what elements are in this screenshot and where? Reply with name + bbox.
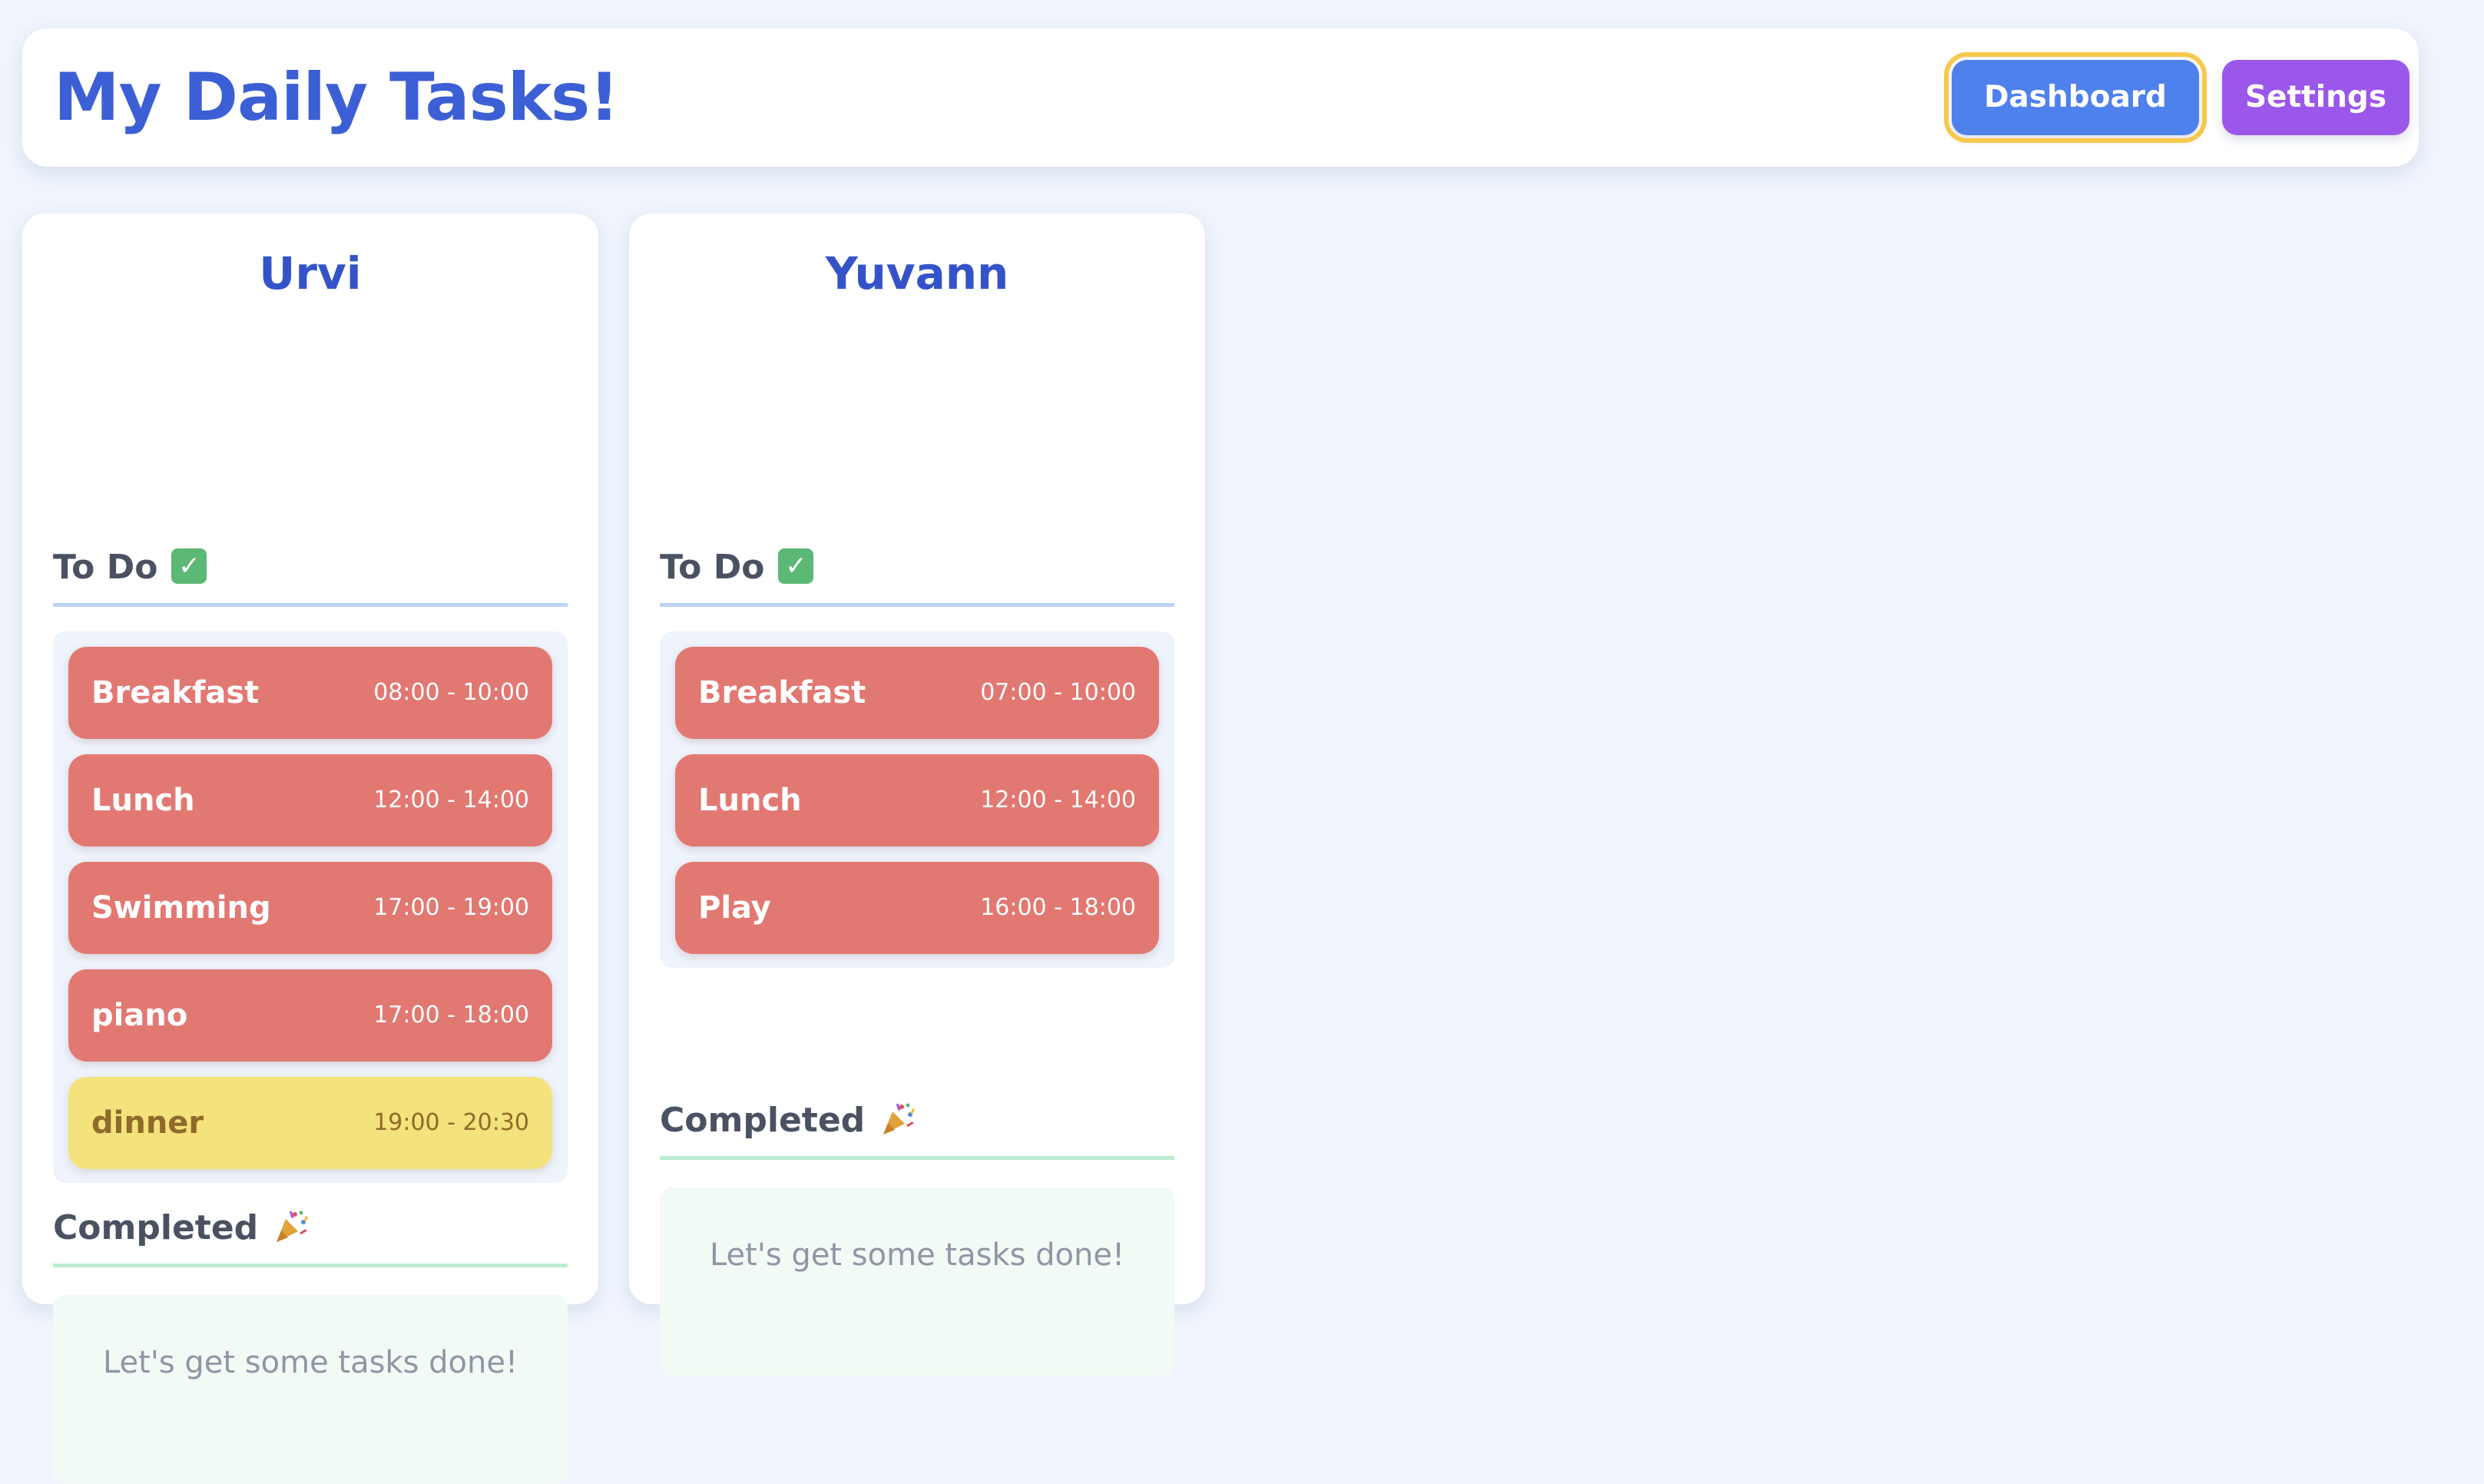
check-mark-icon: ✓ [778,548,814,584]
completed-dropzone[interactable]: Let's get some tasks done! [660,1188,1174,1376]
party-popper-icon [883,1103,916,1135]
person-card-urvi: Urvi To Do ✓ Breakfast 08:00 - 10:00 Lunc… [22,214,598,1484]
task-name: piano [91,998,188,1033]
todo-label-text: To Do [53,548,158,587]
task-item[interactable]: Swimming 17:00 - 19:00 [68,862,552,954]
person-name: Yuvann [825,247,1009,300]
task-item[interactable]: piano 17:00 - 18:00 [68,969,552,1062]
task-time: 12:00 - 14:00 [980,787,1136,813]
check-mark-icon: ✓ [171,548,207,584]
task-item[interactable]: Lunch 12:00 - 14:00 [68,754,552,846]
person-card-yuvann: Yuvann To Do ✓ Breakfast 07:00 - 10:00 Lu… [629,214,1205,1376]
completed-heading-label: Completed [660,1097,916,1144]
todo-heading: To Do ✓ [660,536,1174,607]
settings-button[interactable]: Settings [2222,60,2409,135]
person-name: Urvi [259,247,362,300]
task-item[interactable]: Lunch 12:00 - 14:00 [675,754,1159,846]
task-name: Breakfast [91,675,260,711]
task-name: Breakfast [698,675,866,711]
empty-completed-message: Let's get some tasks done! [102,1345,518,1380]
todo-heading: To Do ✓ [53,536,568,607]
todo-heading-label: To Do ✓ [660,544,814,591]
task-item[interactable]: Play 16:00 - 18:00 [675,862,1159,954]
task-item[interactable]: dinner 19:00 - 20:30 [68,1077,552,1169]
task-time: 07:00 - 10:00 [980,679,1136,706]
task-time: 12:00 - 14:00 [373,787,529,813]
completed-label-text: Completed [53,1208,259,1247]
task-name: dinner [91,1105,204,1141]
task-name: Play [698,890,771,926]
task-name: Swimming [91,890,271,926]
task-time: 17:00 - 18:00 [373,1002,529,1029]
task-name: Lunch [698,783,802,818]
task-name: Lunch [91,783,195,818]
dashboard-button[interactable]: Dashboard [1944,52,2207,143]
todo-label-text: To Do [660,548,765,587]
task-time: 19:00 - 20:30 [373,1109,529,1136]
completed-heading: Completed [53,1197,568,1267]
app-title: My Daily Tasks! [54,59,619,136]
todo-list: Breakfast 07:00 - 10:00 Lunch 12:00 - 14… [660,631,1174,968]
completed-label-text: Completed [660,1101,866,1140]
completed-heading-label: Completed [53,1204,309,1252]
party-popper-icon [277,1211,309,1242]
task-time: 08:00 - 10:00 [373,679,529,706]
task-item[interactable]: Breakfast 07:00 - 10:00 [675,647,1159,739]
completed-dropzone[interactable]: Let's get some tasks done! [53,1295,568,1484]
task-time: 16:00 - 18:00 [980,894,1136,921]
task-time: 17:00 - 19:00 [373,894,529,921]
completed-heading: Completed [660,1089,1174,1160]
app-header: My Daily Tasks! Dashboard Settings [22,28,2419,167]
task-item[interactable]: Breakfast 08:00 - 10:00 [68,647,552,739]
todo-list: Breakfast 08:00 - 10:00 Lunch 12:00 - 14… [53,631,568,1183]
todo-heading-label: To Do ✓ [53,544,207,591]
empty-completed-message: Let's get some tasks done! [709,1237,1125,1273]
